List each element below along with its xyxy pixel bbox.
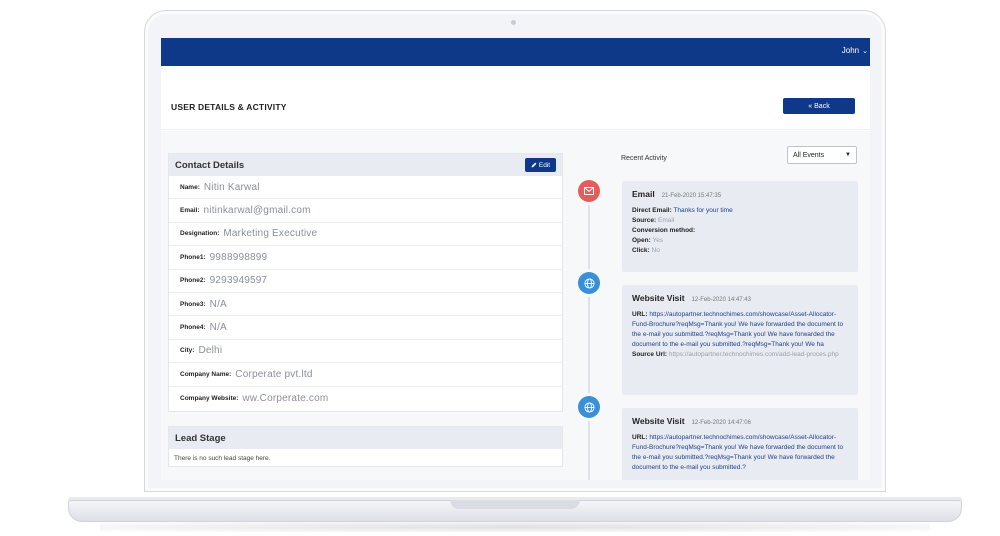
contact-row-city: City: Delhi <box>169 340 562 364</box>
activity-event-website-visit[interactable]: Website Visit 12-Feb-2020 14:47:06 URL: … <box>622 408 858 480</box>
event-field-key: Conversion method: <box>632 227 696 234</box>
field-value: N/A <box>209 298 227 310</box>
field-value: Marketing Executive <box>223 228 318 240</box>
field-value: 9293949597 <box>209 275 268 287</box>
top-navbar: John ⌄ <box>161 38 870 66</box>
event-timestamp: 12-Feb-2020 14:47:06 <box>691 420 751 426</box>
contact-row-email: Email: nitinkarwal@gmail.com <box>169 199 562 223</box>
event-field-key: Open: <box>632 237 651 244</box>
webcam <box>511 20 516 25</box>
laptop-notch <box>450 500 580 509</box>
field-value: ww.Corperate.com <box>242 392 329 404</box>
event-field-key: Click: <box>632 247 650 254</box>
field-value: 9988998899 <box>209 251 268 263</box>
contact-row-phone1: Phone1: 9988998899 <box>169 246 562 270</box>
field-label: Phone1: <box>180 253 206 261</box>
caret-down-icon: ▼ <box>845 152 851 158</box>
event-field: Source: Email <box>632 216 848 226</box>
pencil-icon <box>531 162 537 168</box>
event-type: Email <box>632 189 655 199</box>
contact-row-designation: Designation: Marketing Executive <box>169 223 562 247</box>
event-field-key: Direct Email: <box>632 207 672 214</box>
field-label: Email: <box>180 207 200 215</box>
contact-row-phone3: Phone3: N/A <box>169 293 562 317</box>
page-title: USER DETAILS & ACTIVITY <box>171 102 287 112</box>
field-label: City: <box>180 347 195 355</box>
event-url-value[interactable]: https://autopartner.technochimes.com/sho… <box>632 434 843 471</box>
event-field: Click: No <box>632 246 848 256</box>
event-field-value: Yes <box>652 237 664 244</box>
contact-row-company-website: Company Website: ww.Corperate.com <box>169 387 562 410</box>
field-label: Company Name: <box>180 370 232 378</box>
timeline-line <box>588 183 590 480</box>
field-value: N/A <box>209 322 227 334</box>
event-field: Open: Yes <box>632 236 848 246</box>
event-field-key: URL: <box>632 434 648 441</box>
page-header: USER DETAILS & ACTIVITY « Back <box>161 66 870 130</box>
event-url: URL: https://autopartner.technochimes.co… <box>632 310 848 350</box>
field-label: Designation: <box>180 230 220 238</box>
event-field-value: No <box>651 247 660 254</box>
contact-details-card: Contact Details Edit Name: Nitin Karwal … <box>168 153 563 412</box>
event-filter-select[interactable]: All Events ▼ <box>787 146 857 164</box>
event-field-key: Source Url: <box>632 351 668 358</box>
field-label: Company Website: <box>180 394 239 402</box>
event-field-key: Source: <box>632 217 657 224</box>
laptop-mockup: John ⌄ USER DETAILS & ACTIVITY « Back Co… <box>0 0 1000 536</box>
event-timestamp: 21-Feb-2020 15:47:35 <box>661 193 722 199</box>
activity-event-website-visit[interactable]: Website Visit 12-Feb-2020 14:47:43 URL: … <box>622 285 858 395</box>
back-button[interactable]: « Back <box>783 98 855 114</box>
app-screen: John ⌄ USER DETAILS & ACTIVITY « Back Co… <box>161 38 870 480</box>
user-menu[interactable]: John ⌄ <box>842 46 870 55</box>
event-field: Conversion method: <box>632 226 848 236</box>
event-field: Direct Email: Thanks for your time <box>632 206 848 216</box>
edit-label: Edit <box>538 161 551 169</box>
user-name: John <box>841 46 860 55</box>
lead-stage-empty: There is no such lead stage here. <box>174 455 271 462</box>
event-type: Website Visit <box>632 293 685 303</box>
event-filter-value: All Events <box>793 151 825 159</box>
field-label: Name: <box>180 183 200 191</box>
event-timestamp: 12-Feb-2020 14:47:43 <box>691 297 751 303</box>
field-value: Nitin Karwal <box>203 181 260 193</box>
field-label: Phone2: <box>180 277 206 285</box>
contact-row-company-name: Company Name: Corperate pvt.ltd <box>169 363 562 387</box>
globe-icon <box>578 396 600 418</box>
edit-button[interactable]: Edit <box>525 158 556 172</box>
main-content: Contact Details Edit Name: Nitin Karwal … <box>161 131 870 480</box>
field-value: nitinkarwal@gmail.com <box>203 205 311 217</box>
field-label: Phone3: <box>180 300 206 308</box>
contact-details-title: Contact Details <box>175 159 245 171</box>
contact-row-phone4: Phone4: N/A <box>169 316 562 340</box>
field-label: Phone4: <box>180 324 206 332</box>
globe-icon <box>578 272 600 294</box>
laptop-shadow <box>100 522 930 532</box>
field-value: Corperate pvt.ltd <box>235 368 313 380</box>
lead-stage-header: Lead Stage <box>169 427 562 449</box>
event-field-value: Thanks for your time <box>673 207 733 214</box>
lead-stage-title: Lead Stage <box>175 432 226 444</box>
event-url-value[interactable]: https://autopartner.technochimes.com/sho… <box>632 311 843 348</box>
event-type: Website Visit <box>632 416 685 426</box>
envelope-icon <box>578 180 600 202</box>
chevron-down-icon: ⌄ <box>862 47 868 55</box>
event-source-value[interactable]: https://autopartner.technochimes.com/add… <box>669 351 839 358</box>
event-source-url: Source Url: https://autopartner.technoch… <box>632 350 848 360</box>
contact-row-phone2: Phone2: 9293949597 <box>169 270 562 293</box>
event-field-value: Email <box>658 217 675 224</box>
activity-event-email[interactable]: Email 21-Feb-2020 15:47:35 Direct Email:… <box>622 181 858 272</box>
contact-details-header: Contact Details Edit <box>169 154 562 176</box>
event-url: URL: https://autopartner.technochimes.co… <box>632 433 848 473</box>
lead-stage-card: Lead Stage There is no such lead stage h… <box>168 426 563 467</box>
contact-row-name: Name: Nitin Karwal <box>169 176 562 200</box>
field-value: Delhi <box>198 345 223 357</box>
recent-activity-label: Recent Activity <box>621 155 667 162</box>
event-field-key: URL: <box>632 311 648 318</box>
